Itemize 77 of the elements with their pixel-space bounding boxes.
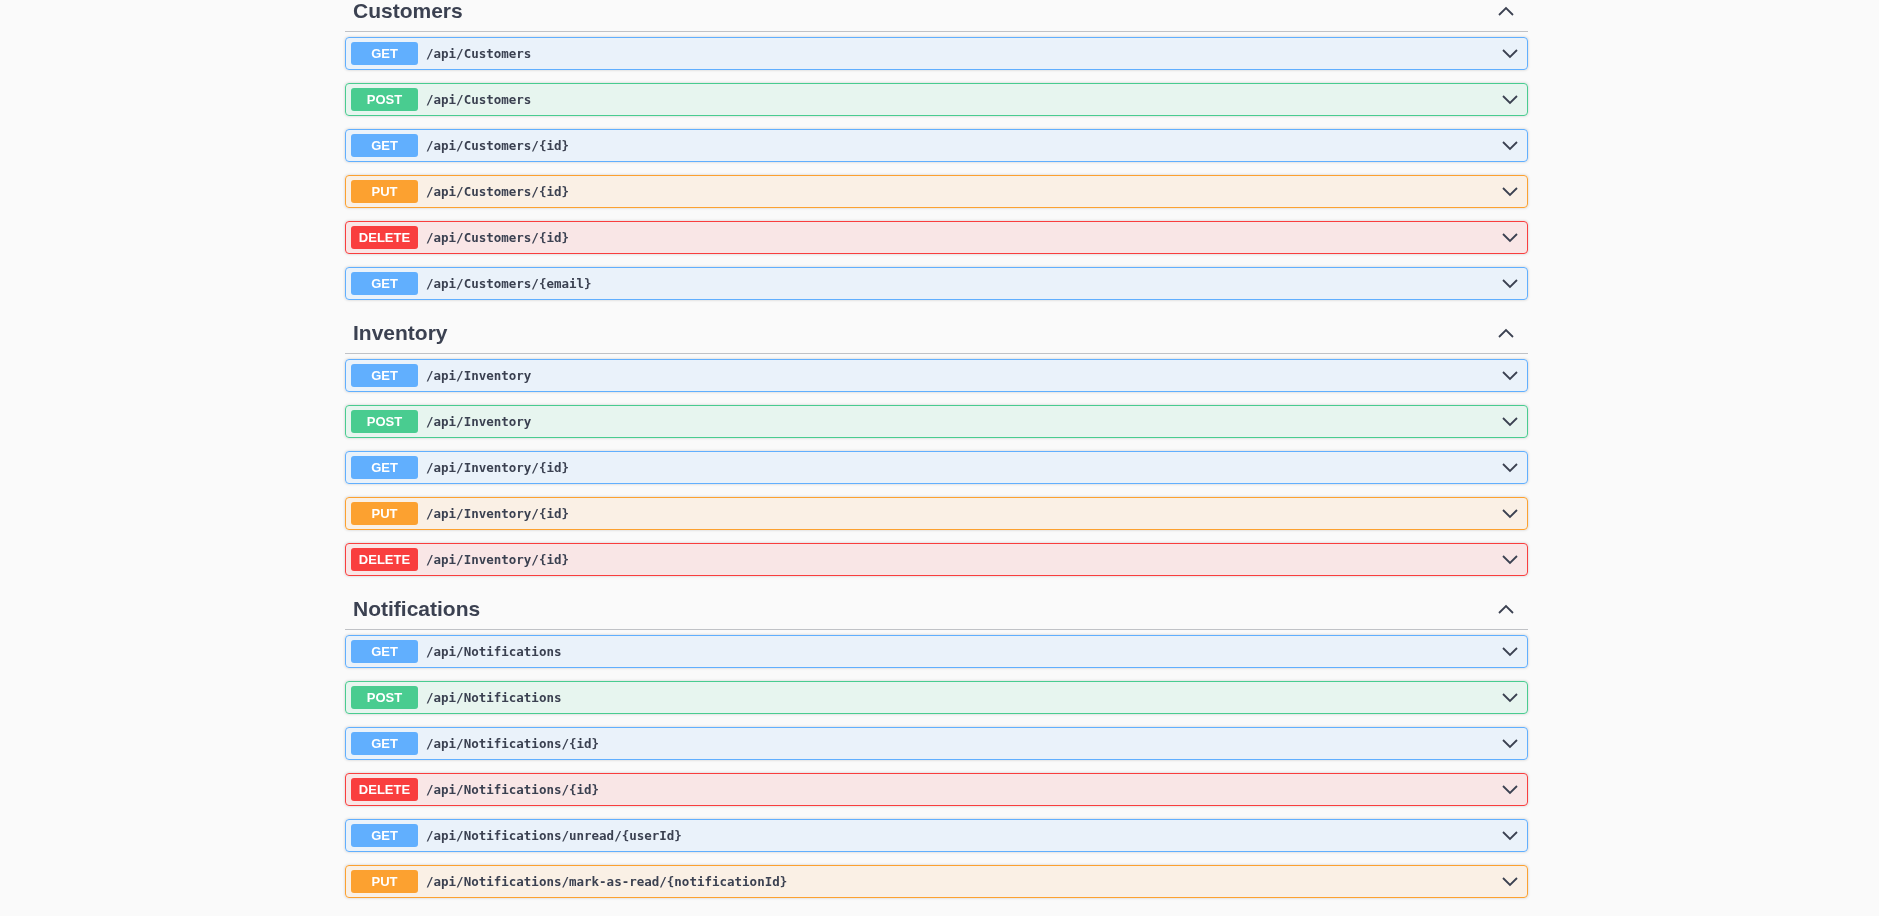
expand-icon[interactable] xyxy=(1502,140,1518,151)
endpoint-path: /api/Notifications xyxy=(426,644,563,659)
endpoint-path: /api/Notifications/mark-as-read/{notificationId} xyxy=(426,874,789,889)
expand-icon[interactable] xyxy=(1502,48,1518,59)
endpoint-path: /api/Notifications/{id} xyxy=(426,782,601,797)
expand-icon[interactable] xyxy=(1502,462,1518,473)
operation-row[interactable]: POST /api/Inventory xyxy=(345,405,1528,438)
endpoint-path: /api/Customers/{id} xyxy=(426,138,570,153)
expand-icon[interactable] xyxy=(1502,186,1518,197)
method-badge: GET xyxy=(351,364,418,387)
endpoint-path: /api/Inventory/{id} xyxy=(426,460,570,475)
expand-icon[interactable] xyxy=(1502,278,1518,289)
endpoint-path: /api/Notifications/{id} xyxy=(426,736,601,751)
expand-icon[interactable] xyxy=(1502,692,1518,703)
method-badge: PUT xyxy=(351,502,418,525)
endpoint-path: /api/Customers xyxy=(426,46,533,61)
method-badge: DELETE xyxy=(351,548,418,571)
method-badge: DELETE xyxy=(351,226,418,249)
expand-icon[interactable] xyxy=(1502,232,1518,243)
endpoint-path: /api/Customers/{id} xyxy=(426,184,570,199)
operation-row[interactable]: GET /api/Inventory xyxy=(345,359,1528,392)
collapse-icon[interactable] xyxy=(1498,328,1514,338)
method-badge: GET xyxy=(351,134,418,157)
section-title: Customers xyxy=(353,0,463,23)
operation-row[interactable]: PUT /api/Customers/{id} xyxy=(345,175,1528,208)
operation-row[interactable]: GET /api/Notifications xyxy=(345,635,1528,668)
operation-row[interactable]: DELETE /api/Notifications/{id} xyxy=(345,773,1528,806)
expand-icon[interactable] xyxy=(1502,830,1518,841)
operation-row[interactable]: GET /api/Notifications/{id} xyxy=(345,727,1528,760)
endpoint-path: /api/Customers/{id} xyxy=(426,230,570,245)
expand-icon[interactable] xyxy=(1502,370,1518,381)
endpoint-path: /api/Customers/{email} xyxy=(426,276,593,291)
operation-row[interactable]: GET /api/Customers/{email} xyxy=(345,267,1528,300)
collapse-icon[interactable] xyxy=(1498,6,1514,16)
collapse-icon[interactable] xyxy=(1498,604,1514,614)
expand-icon[interactable] xyxy=(1502,94,1518,105)
expand-icon[interactable] xyxy=(1502,554,1518,565)
method-badge: POST xyxy=(351,88,418,111)
operation-row[interactable]: PUT /api/Inventory/{id} xyxy=(345,497,1528,530)
method-badge: GET xyxy=(351,640,418,663)
section-header[interactable]: Inventory xyxy=(345,313,1528,354)
expand-icon[interactable] xyxy=(1502,508,1518,519)
endpoint-path: /api/Inventory/{id} xyxy=(426,552,570,567)
method-badge: POST xyxy=(351,410,418,433)
operation-row[interactable]: DELETE /api/Inventory/{id} xyxy=(345,543,1528,576)
expand-icon[interactable] xyxy=(1502,646,1518,657)
expand-icon[interactable] xyxy=(1502,416,1518,427)
operation-row[interactable]: GET /api/Customers/{id} xyxy=(345,129,1528,162)
operation-row[interactable]: POST /api/Notifications xyxy=(345,681,1528,714)
expand-icon[interactable] xyxy=(1502,876,1518,887)
method-badge: GET xyxy=(351,272,418,295)
endpoint-path: /api/Notifications/unread/{userId} xyxy=(426,828,683,843)
section-header[interactable]: Notifications xyxy=(345,589,1528,630)
method-badge: GET xyxy=(351,824,418,847)
endpoint-path: /api/Notifications xyxy=(426,690,563,705)
method-badge: DELETE xyxy=(351,778,418,801)
endpoint-path: /api/Customers xyxy=(426,92,533,107)
endpoint-path: /api/Inventory/{id} xyxy=(426,506,570,521)
method-badge: POST xyxy=(351,686,418,709)
method-badge: PUT xyxy=(351,180,418,203)
operation-row[interactable]: POST /api/Customers xyxy=(345,83,1528,116)
operation-row[interactable]: GET /api/Customers xyxy=(345,37,1528,70)
section-title: Notifications xyxy=(353,597,481,621)
operation-row[interactable]: DELETE /api/Customers/{id} xyxy=(345,221,1528,254)
section-header[interactable]: Customers xyxy=(345,0,1528,32)
operation-row[interactable]: GET /api/Inventory/{id} xyxy=(345,451,1528,484)
operation-row[interactable]: GET /api/Notifications/unread/{userId} xyxy=(345,819,1528,852)
method-badge: GET xyxy=(351,732,418,755)
method-badge: GET xyxy=(351,42,418,65)
method-badge: PUT xyxy=(351,870,418,893)
expand-icon[interactable] xyxy=(1502,738,1518,749)
endpoint-path: /api/Inventory xyxy=(426,368,533,383)
expand-icon[interactable] xyxy=(1502,784,1518,795)
operation-row[interactable]: PUT /api/Notifications/mark-as-read/{notificationId} xyxy=(345,865,1528,898)
section-title: Inventory xyxy=(353,321,448,345)
method-badge: GET xyxy=(351,456,418,479)
endpoint-path: /api/Inventory xyxy=(426,414,533,429)
